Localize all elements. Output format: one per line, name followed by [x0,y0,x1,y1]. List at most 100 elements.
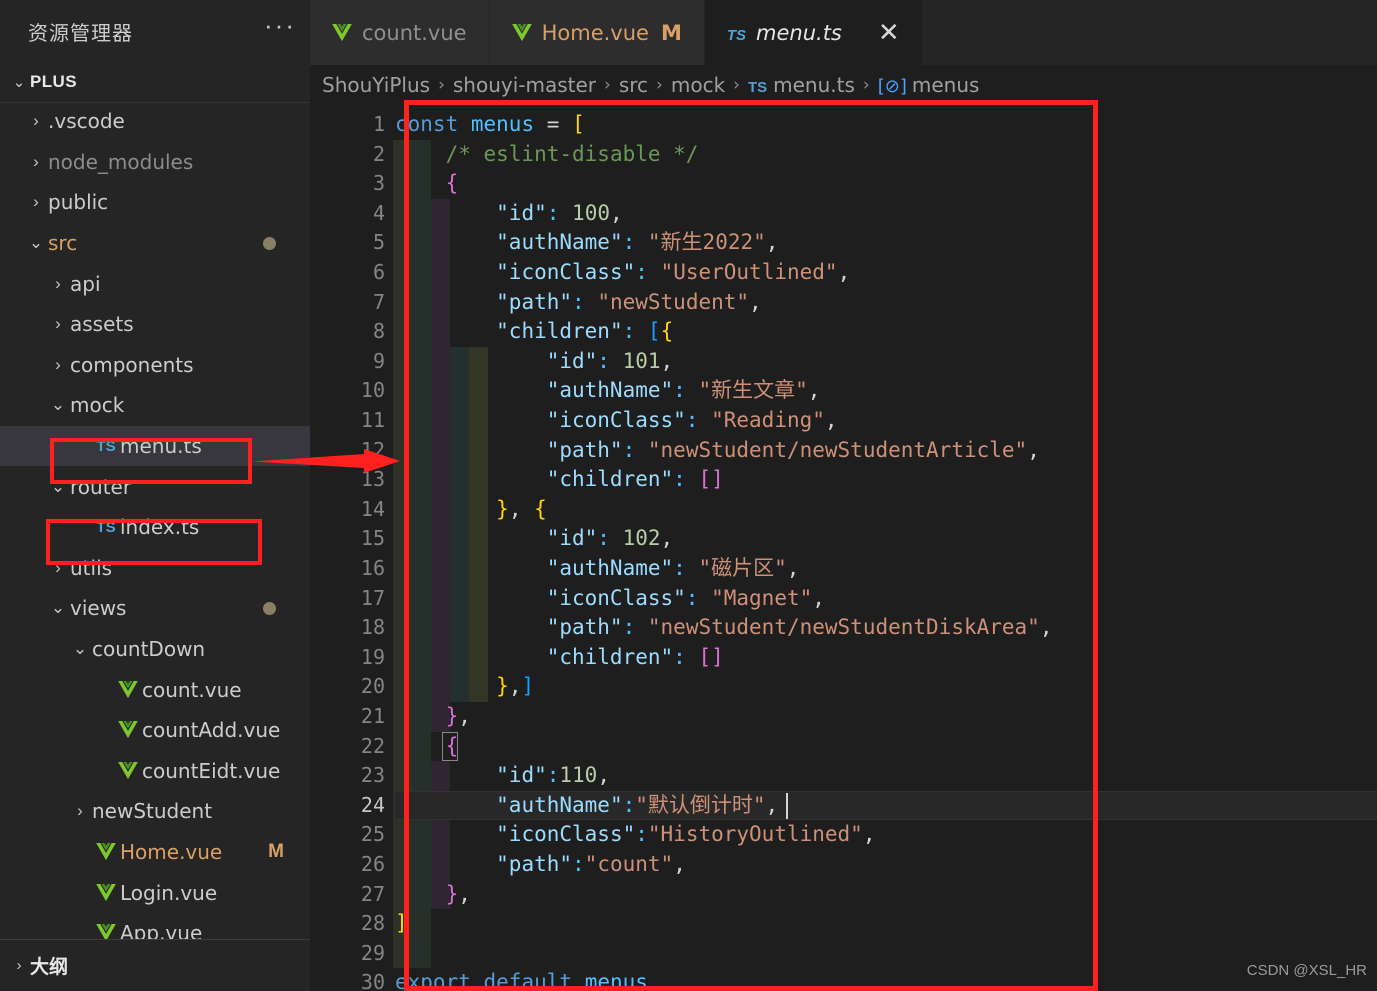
ts-icon: TS [96,518,116,536]
code-line-text: "authName": "磁片区", [546,556,800,580]
tree-item-countdown[interactable]: ⌄ countDown [0,629,310,670]
tree-item-assets[interactable]: › assets [0,304,310,345]
vue-icon [118,721,138,739]
tree-item-node-modules[interactable]: › node_modules [0,142,310,183]
tree-item-label: newStudent [92,799,213,824]
code-editor[interactable]: 1 const menus = [ 2 /* eslint-disable */3 … [310,105,1377,991]
breadcrumb[interactable]: ShouYiPlus › shouyi-master › src › mock › TS menu… [310,65,1377,105]
code-line[interactable]: 3 { [310,169,1377,199]
code-line-text: { [445,171,459,196]
explorer-more-icon[interactable]: ··· [264,12,296,42]
code-line[interactable]: 26 "path":"count", [310,850,1377,880]
line-number: 3 [372,171,385,196]
tree-item-label: menu.ts [120,434,202,459]
code-line[interactable]: 7 "path": "newStudent", [310,288,1377,318]
code-line[interactable]: 21 }, [310,702,1377,732]
code-line[interactable]: 13 "children": [] [310,465,1377,495]
file-tree[interactable]: › .vscode › node_modules › public ⌄ src › api › ass… [0,102,310,959]
tree-item-label: countDown [92,637,206,662]
tree-item-src[interactable]: ⌄ src [0,223,310,264]
code-line[interactable]: 19 "children": [] [310,643,1377,673]
tree-item-login-vue[interactable]: Login.vue [0,872,310,913]
code-line[interactable]: 18 "path": "newStudent/newStudentDiskAre… [310,613,1377,643]
line-number: 9 [372,348,385,373]
breadcrumb-item[interactable]: mock [671,73,725,97]
code-line[interactable]: 29 [310,939,1377,969]
code-line[interactable]: 2 /* eslint-disable */ [310,140,1377,170]
vue-icon [118,761,138,779]
tree-item-menu-ts[interactable]: TS menu.ts [0,425,310,467]
tree-item-api[interactable]: › api [0,263,310,304]
ts-icon: TS [747,79,768,96]
code-line[interactable]: 28] [310,909,1377,939]
twisty-icon: › [33,151,39,171]
breadcrumb-separator: › [438,75,445,95]
tree-item-home-vue[interactable]: Home.vue M [0,832,310,873]
tree-item-count-vue[interactable]: count.vue [0,669,310,710]
code-line[interactable]: 5 "authName": "新生2022", [310,228,1377,258]
line-number: 21 [360,704,385,728]
tree-item-label: node_modules [48,149,194,174]
workspace-root-PLUS[interactable]: ⌄ PLUS [0,62,310,102]
breadcrumb-item[interactable]: [⊘] menus [878,73,980,97]
code-line[interactable]: 27 }, [310,880,1377,910]
line-number: 25 [360,822,385,847]
code-line-text: export default menus [395,970,648,991]
unsaved-dot-badge [263,236,276,250]
breadcrumb-separator: › [862,75,870,95]
code-line[interactable]: 15 "id": 102, [310,524,1377,554]
close-icon[interactable]: ✕ [878,20,900,46]
code-line[interactable]: 14 }, { [310,495,1377,525]
breadcrumb-item[interactable]: ShouYiPlus [322,73,430,97]
editor-tab-count-vue[interactable]: count.vue [310,0,490,65]
tree-item-router[interactable]: ⌄ router [0,466,310,507]
breadcrumb-item[interactable]: src [619,73,648,97]
code-line[interactable]: 6 "iconClass": "UserOutlined", [310,258,1377,288]
tree-item-label: assets [70,312,134,337]
code-line[interactable]: 23 "id":110, [310,761,1377,791]
code-line-text: ] [395,911,408,936]
code-line-text: "authName": "新生文章", [546,378,821,403]
tree-item-counteidt-vue[interactable]: countEidt.vue [0,751,310,792]
code-line[interactable]: 4 "id": 100, [310,199,1377,229]
tree-item--vscode[interactable]: › .vscode [0,103,310,142]
code-line[interactable]: 9 "id": 101, [310,347,1377,377]
line-number: 1 [372,112,385,136]
code-line-text: const menus = [ [395,112,585,136]
code-line[interactable]: 20 },] [310,672,1377,702]
code-line[interactable]: 10 "authName": "新生文章", [310,376,1377,406]
tree-item-label: src [48,231,78,256]
code-line-text: /* eslint-disable */ [445,141,699,166]
tree-item-countadd-vue[interactable]: countAdd.vue [0,710,310,751]
code-line[interactable]: 11 "iconClass": "Reading", [310,406,1377,436]
code-line[interactable]: 17 "iconClass": "Magnet", [310,584,1377,614]
code-line[interactable]: 25 "iconClass":"HistoryOutlined", [310,820,1377,850]
editor-tab-menu-ts[interactable]: TS menu.ts ✕ [704,0,923,65]
editor-tab-home-vue[interactable]: Home.vue M [489,0,705,65]
symbol-array-icon: [⊘] [877,76,907,97]
twisty-icon: › [55,273,61,293]
code-line[interactable]: 24 "authName":"默认倒计时", [310,791,1377,821]
code-line[interactable]: 16 "authName": "磁片区", [310,554,1377,584]
code-line[interactable]: 22 { [310,732,1377,762]
code-line[interactable]: 1 const menus = [ [310,110,1377,140]
tree-item-mock[interactable]: ⌄ mock [0,385,310,426]
tree-item-index-ts[interactable]: TS index.ts [0,507,310,548]
breadcrumb-separator: › [656,75,663,95]
tree-item-utils[interactable]: › utils [0,548,310,589]
vue-icon [511,23,532,41]
tree-item-components[interactable]: › components [0,345,310,386]
code-line[interactable]: 8 "children": [{ [310,317,1377,347]
tree-item-newstudent[interactable]: › newStudent [0,791,310,832]
line-number: 10 [360,378,385,403]
outline-panel-header[interactable]: › 大纲 [0,939,310,991]
code-line-text: "iconClass": "Reading", [546,408,838,432]
explorer-sidebar: 资源管理器 ··· ⌄ PLUS › .vscode › node_modules › p… [0,0,310,991]
tree-item-views[interactable]: ⌄ views [0,588,310,629]
code-line[interactable]: 30 export default menus [310,968,1377,991]
tree-item-public[interactable]: › public [0,182,310,223]
code-line[interactable]: 12 "path": "newStudent/newStudentArticle… [310,436,1377,466]
code-line-text: "children": [] [546,644,724,669]
breadcrumb-item[interactable]: TS menu.ts [748,73,855,97]
breadcrumb-item[interactable]: shouyi-master [453,73,596,97]
